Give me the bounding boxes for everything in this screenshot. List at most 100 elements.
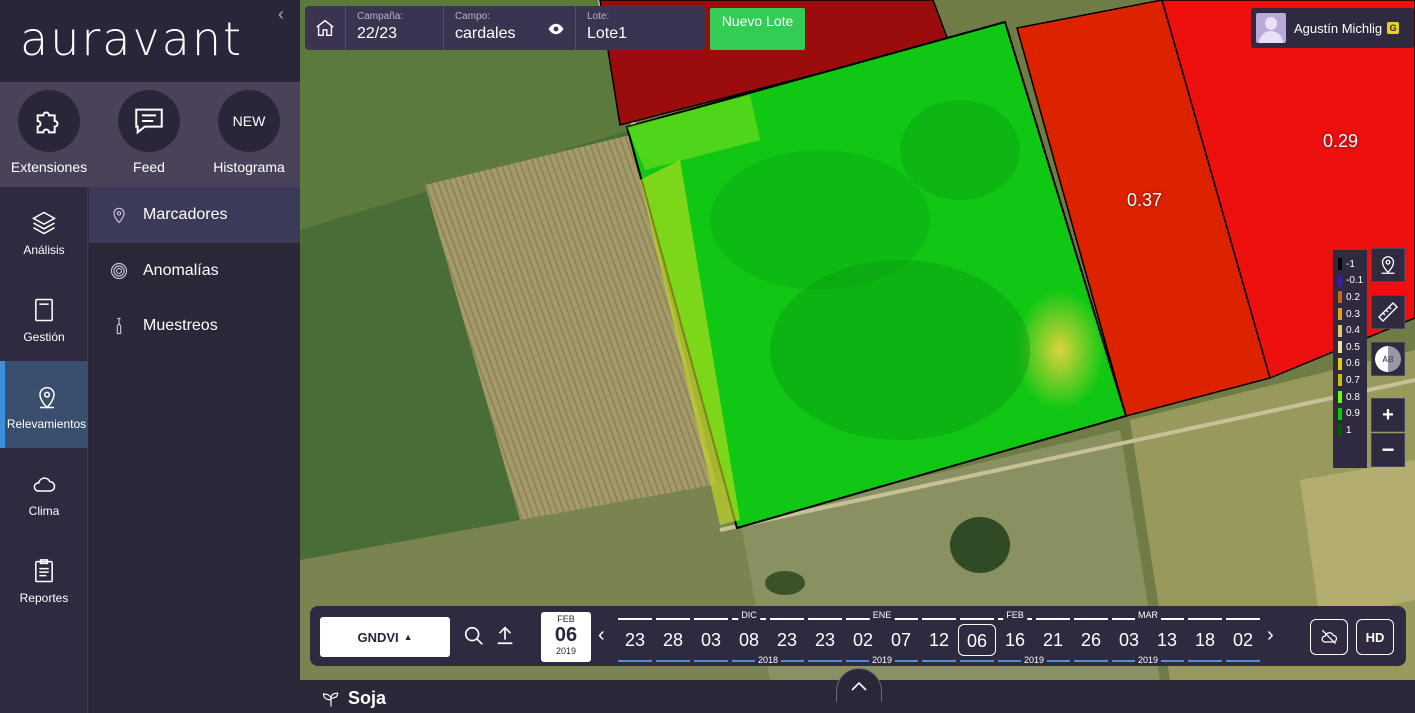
hd-label: HD bbox=[1365, 629, 1385, 645]
legend-label: 0.3 bbox=[1346, 308, 1360, 320]
date-item[interactable]: 03 bbox=[692, 624, 730, 656]
new-lot-button[interactable]: Nuevo Lote bbox=[710, 8, 805, 50]
hd-button[interactable]: HD bbox=[1356, 619, 1394, 655]
plan-badge: G bbox=[1387, 22, 1400, 34]
date-bar-bottom bbox=[656, 660, 690, 662]
caret-up-icon: ▲ bbox=[403, 632, 413, 642]
date-item[interactable]: 12 bbox=[920, 624, 958, 656]
legend-row: 1 bbox=[1333, 422, 1367, 439]
legend-swatch bbox=[1338, 308, 1342, 321]
crop-name: Soja bbox=[348, 688, 387, 708]
legend-row: 0.9 bbox=[1333, 405, 1367, 422]
ndvi-legend: -1 -0.1 0.2 0.3 0.4 0.5 0.6 0.7 0.8 0.9 1 bbox=[1333, 250, 1367, 468]
date-strip: 23 28 03 08 23 23 02 07 12 06 16 21 26 03 13 18 02 DIC ENE… bbox=[616, 610, 1262, 665]
nav-item-clima[interactable]: Clima bbox=[0, 448, 88, 535]
sidebar: auravant ‹ Extensiones Feed NEW Histogra… bbox=[0, 0, 300, 713]
subnav-item-anomalias[interactable]: Anomalías bbox=[89, 243, 300, 299]
upload-icon[interactable] bbox=[494, 624, 516, 646]
date-item[interactable]: 16 bbox=[996, 624, 1034, 656]
nav-item-gestion[interactable]: Gestión bbox=[0, 274, 88, 361]
home-button[interactable] bbox=[305, 6, 345, 50]
date-item[interactable]: 28 bbox=[654, 624, 692, 656]
collapse-sidebar-icon[interactable]: ‹ bbox=[278, 4, 284, 25]
nav-item-reportes[interactable]: Reportes bbox=[0, 535, 88, 622]
feed-button[interactable]: Feed bbox=[99, 90, 199, 175]
nav-item-analisis[interactable]: Análisis bbox=[0, 187, 88, 274]
campaign-selector[interactable]: Campaña: 22/23 bbox=[345, 6, 443, 50]
nav-label: Análisis bbox=[23, 243, 65, 257]
index-selector[interactable]: GNDVI ▲ bbox=[320, 617, 450, 657]
date-item[interactable]: 02 bbox=[844, 624, 882, 656]
date-item[interactable]: 18 bbox=[1186, 624, 1224, 656]
date-item[interactable]: 23 bbox=[616, 624, 654, 656]
lot-selector[interactable]: Lote: Lote1 bbox=[575, 6, 703, 50]
date-item[interactable]: 06 bbox=[958, 624, 996, 656]
measure-button[interactable] bbox=[1371, 295, 1405, 329]
legend-label: 0.2 bbox=[1346, 291, 1360, 303]
legend-row: 0.4 bbox=[1333, 322, 1367, 339]
legend-row: -1 bbox=[1333, 256, 1367, 273]
chevron-up-icon bbox=[851, 681, 867, 691]
subnav-item-muestreos[interactable]: Muestreos bbox=[89, 298, 300, 354]
main-nav: Análisis Gestión Relevamientos Clima Rep… bbox=[0, 187, 88, 713]
date-bar-bottom bbox=[1074, 660, 1108, 662]
extensions-label: Extensiones bbox=[10, 159, 88, 175]
logo-text: auravant bbox=[20, 12, 244, 66]
date-bar-top bbox=[694, 618, 728, 620]
index-label: GNDVI bbox=[357, 629, 399, 645]
eye-icon[interactable] bbox=[547, 22, 565, 36]
legend-row: 0.8 bbox=[1333, 389, 1367, 406]
legend-row: 0.7 bbox=[1333, 372, 1367, 389]
legend-row: 0.3 bbox=[1333, 306, 1367, 323]
user-name: Agustín Michlig bbox=[1294, 20, 1383, 36]
date-bar-top bbox=[1226, 618, 1260, 620]
extensions-button[interactable]: Extensiones bbox=[0, 90, 99, 175]
add-marker-button[interactable] bbox=[1371, 248, 1405, 282]
legend-row: 0.6 bbox=[1333, 356, 1367, 373]
user-menu[interactable]: Agustín Michlig G bbox=[1251, 8, 1414, 48]
crop-indicator[interactable]: Soja bbox=[320, 688, 386, 709]
search-icon[interactable] bbox=[463, 625, 485, 647]
zoom-out-button[interactable]: − bbox=[1371, 433, 1405, 467]
clipboard-icon bbox=[0, 557, 88, 587]
date-item[interactable]: 08 bbox=[730, 624, 768, 656]
subnav-item-marcadores[interactable]: Marcadores bbox=[89, 187, 300, 243]
date-item[interactable]: 23 bbox=[768, 624, 806, 656]
year-label: 2019 bbox=[1020, 655, 1048, 665]
date-item[interactable]: 21 bbox=[1034, 624, 1072, 656]
legend-label: 1 bbox=[1346, 424, 1352, 436]
cloud-filter-button[interactable] bbox=[1310, 619, 1348, 655]
lot-value: Lote1 bbox=[587, 25, 628, 42]
timeline-next-icon[interactable]: › bbox=[1267, 624, 1274, 647]
legend-swatch bbox=[1338, 391, 1342, 404]
timeline-prev-icon[interactable]: ‹ bbox=[598, 624, 605, 647]
anomaly-icon bbox=[110, 262, 128, 280]
selected-date[interactable]: FEB 06 2019 bbox=[541, 612, 591, 662]
date-item[interactable]: 02 bbox=[1224, 624, 1262, 656]
ab-compare-icon: AB bbox=[1375, 346, 1401, 372]
legend-swatch bbox=[1338, 324, 1342, 337]
cloud-off-icon bbox=[1321, 629, 1338, 645]
date-bar-bottom bbox=[618, 660, 652, 662]
histogram-button[interactable]: NEW Histograma bbox=[199, 90, 299, 175]
compare-ab-button[interactable]: AB bbox=[1371, 342, 1405, 376]
zoom-in-button[interactable]: + bbox=[1371, 398, 1405, 432]
date-item[interactable]: 07 bbox=[882, 624, 920, 656]
legend-label: 0.4 bbox=[1346, 325, 1360, 337]
legend-row: 0.5 bbox=[1333, 339, 1367, 356]
satellite-map[interactable] bbox=[300, 0, 1415, 680]
marker-icon bbox=[113, 207, 125, 224]
nav-item-relevamientos[interactable]: Relevamientos bbox=[0, 361, 88, 448]
date-bar-top bbox=[922, 618, 956, 620]
field-selector[interactable]: Campo: cardales bbox=[443, 6, 575, 50]
date-item[interactable]: 23 bbox=[806, 624, 844, 656]
date-item[interactable]: 26 bbox=[1072, 624, 1110, 656]
date-item[interactable]: 03 bbox=[1110, 624, 1148, 656]
selected-day: 06 bbox=[554, 624, 578, 646]
campaign-value: 22/23 bbox=[357, 25, 398, 42]
selected-month: FEB bbox=[557, 614, 575, 624]
subnav-label: Muestreos bbox=[143, 317, 218, 334]
date-item[interactable]: 13 bbox=[1148, 624, 1186, 656]
date-bar-top bbox=[960, 618, 994, 620]
feed-label: Feed bbox=[133, 159, 165, 175]
